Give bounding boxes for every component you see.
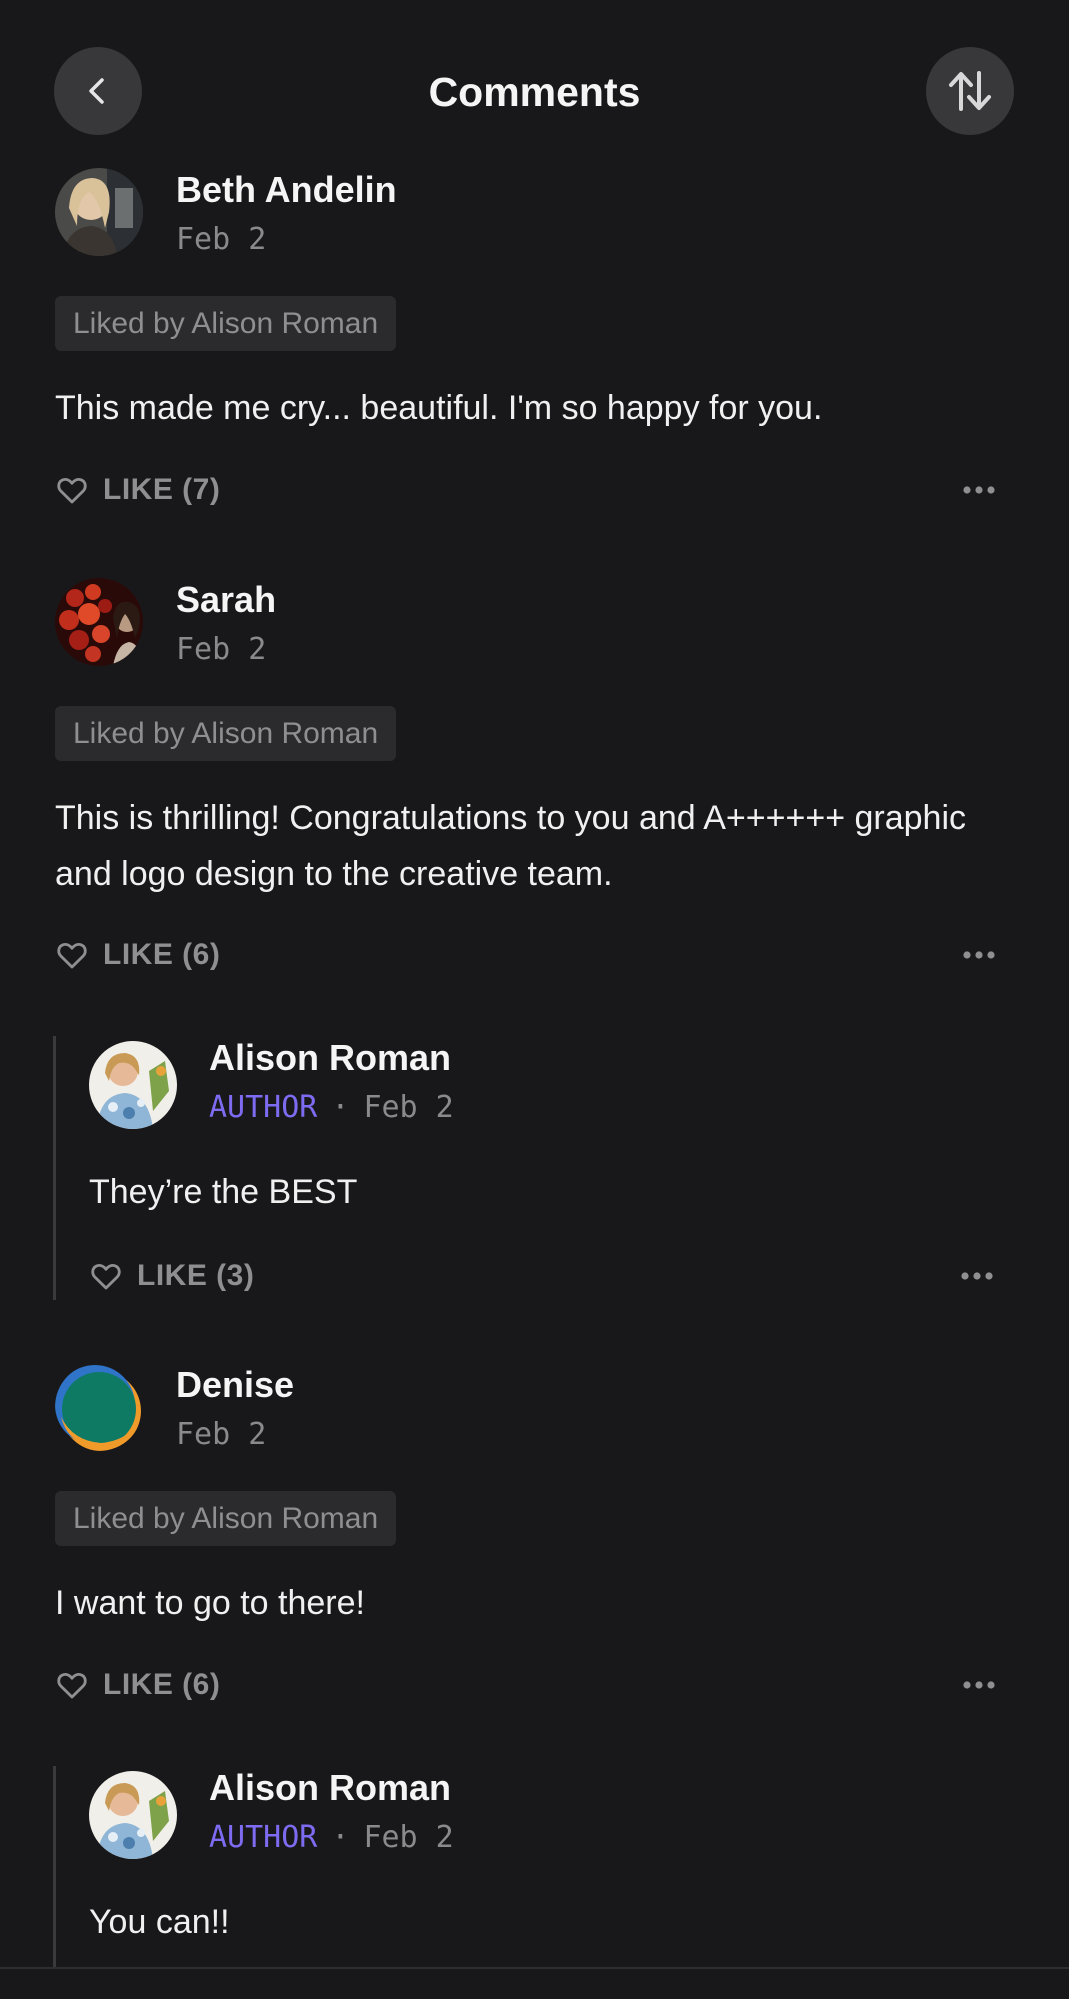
like-count-label: LIKE (6) (103, 938, 221, 971)
meta-separator: · (331, 1820, 350, 1855)
reply-item: Alison Roman AUTHOR · Feb 2 You can!! (53, 1766, 1018, 1967)
divider (0, 1967, 1069, 1969)
comment-date: Feb 2 (176, 1417, 267, 1452)
avatar[interactable] (55, 168, 143, 256)
reply-meta: AUTHOR · Feb 2 (209, 1088, 454, 1128)
meta-separator: · (331, 1090, 350, 1125)
comment-item: Beth Andelin Feb 2 Liked by Alison Roman… (55, 168, 1015, 508)
sort-button[interactable] (926, 47, 1014, 135)
author-name[interactable]: Alison Roman (209, 1766, 451, 1810)
comment-date: Feb 2 (176, 222, 267, 257)
heart-icon (57, 478, 87, 504)
avatar-photo-icon (89, 1041, 177, 1129)
author-badge: AUTHOR (209, 1820, 318, 1855)
heart-icon (57, 943, 87, 969)
avatar[interactable] (55, 1363, 143, 1451)
like-button[interactable]: LIKE (7) (55, 467, 220, 513)
reply-meta: AUTHOR · Feb 2 (209, 1818, 454, 1858)
ellipsis-icon (963, 1681, 995, 1689)
comment-text: This is thrilling! Congratulations to yo… (55, 799, 967, 893)
header-bar: Comments (0, 0, 1069, 150)
more-options-button[interactable] (955, 470, 1003, 510)
like-button[interactable]: LIKE (6) (55, 932, 220, 978)
comment-date: Feb 2 (176, 632, 267, 667)
avatar-photo-icon (55, 578, 143, 666)
ellipsis-icon (963, 951, 995, 959)
author-badge: AUTHOR (209, 1090, 318, 1125)
comment-text: You can!! (89, 1903, 230, 1941)
like-button[interactable]: LIKE (6) (55, 1662, 220, 1708)
avatar[interactable] (55, 578, 143, 666)
comment-text: They’re the BEST (89, 1173, 358, 1211)
avatar-logo-icon (55, 1363, 143, 1451)
liked-by-badge: Liked by Alison Roman (55, 706, 397, 761)
author-name[interactable]: Denise (176, 1363, 294, 1407)
like-count-label: LIKE (3) (137, 1259, 255, 1292)
avatar[interactable] (89, 1041, 177, 1129)
like-count-label: LIKE (6) (103, 1668, 221, 1701)
author-name[interactable]: Beth Andelin (176, 168, 397, 212)
more-options-button[interactable] (955, 935, 1003, 975)
comment-item: Sarah Feb 2 Liked by Alison Roman This i… (55, 578, 1015, 978)
ellipsis-icon (961, 1272, 993, 1280)
sort-arrows-icon (949, 71, 991, 111)
author-name[interactable]: Alison Roman (209, 1036, 451, 1080)
comment-item: Denise Feb 2 Liked by Alison Roman I wan… (55, 1363, 1015, 1703)
like-button[interactable]: LIKE (3) (89, 1253, 254, 1299)
avatar[interactable] (89, 1771, 177, 1859)
more-options-button[interactable] (953, 1256, 1001, 1296)
more-options-button[interactable] (955, 1665, 1003, 1705)
comment-date: Feb 2 (363, 1820, 454, 1855)
avatar-photo-icon (55, 168, 143, 256)
heart-icon (91, 1264, 121, 1290)
heart-icon (57, 1673, 87, 1699)
reply-item: Alison Roman AUTHOR · Feb 2 They’re the BE… (53, 1036, 1018, 1300)
liked-by-badge: Liked by Alison Roman (55, 1491, 397, 1546)
page-title: Comments (428, 69, 641, 115)
avatar-photo-icon (89, 1771, 177, 1859)
liked-by-badge: Liked by Alison Roman (55, 296, 397, 351)
like-count-label: LIKE (7) (103, 473, 221, 506)
ellipsis-icon (963, 486, 995, 494)
author-name[interactable]: Sarah (176, 578, 276, 622)
comment-date: Feb 2 (363, 1090, 454, 1125)
comment-text: This made me cry... beautiful. I'm so ha… (55, 389, 823, 427)
comment-text: I want to go to there! (55, 1584, 365, 1622)
